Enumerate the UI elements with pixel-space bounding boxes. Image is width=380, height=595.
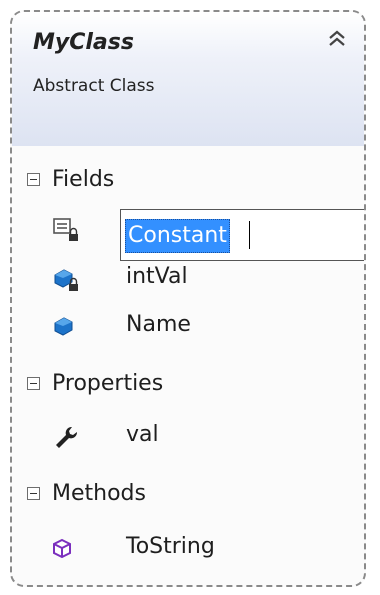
method-cube-icon xyxy=(52,536,82,564)
class-name[interactable]: MyClass xyxy=(33,30,134,55)
text-caret xyxy=(249,221,250,249)
member-constant[interactable]: Constant xyxy=(12,206,364,261)
member-val[interactable]: val xyxy=(12,414,364,460)
member-intval[interactable]: intVal xyxy=(12,256,364,302)
member-label: intVal xyxy=(126,264,188,289)
collapse-toggle-icon[interactable] xyxy=(27,486,40,500)
public-field-icon xyxy=(52,314,82,342)
class-header[interactable]: MyClass Abstract Class xyxy=(12,12,364,146)
section-properties[interactable]: Properties xyxy=(12,360,364,406)
member-name-selection[interactable]: Constant xyxy=(125,219,230,253)
class-shape[interactable]: MyClass Abstract Class Fields Constant i… xyxy=(10,10,366,587)
section-methods[interactable]: Methods xyxy=(12,470,364,516)
member-tostring[interactable]: ToString xyxy=(12,526,364,572)
constant-field-icon xyxy=(52,216,82,244)
section-properties-label: Properties xyxy=(52,370,164,396)
section-fields[interactable]: Fields xyxy=(12,156,364,202)
collapse-chevron-icon[interactable] xyxy=(324,26,350,52)
member-label: val xyxy=(126,422,159,447)
property-wrench-icon xyxy=(52,424,82,452)
member-name-edit-field[interactable]: Constant xyxy=(120,209,364,261)
private-field-icon xyxy=(52,266,82,294)
collapse-toggle-icon[interactable] xyxy=(27,376,40,390)
member-name[interactable]: Name xyxy=(12,304,364,350)
section-methods-label: Methods xyxy=(52,480,146,506)
member-label: Name xyxy=(126,312,191,337)
collapse-toggle-icon[interactable] xyxy=(27,172,40,186)
member-label: ToString xyxy=(126,534,215,559)
section-fields-label: Fields xyxy=(52,166,115,192)
class-kind: Abstract Class xyxy=(33,76,155,96)
